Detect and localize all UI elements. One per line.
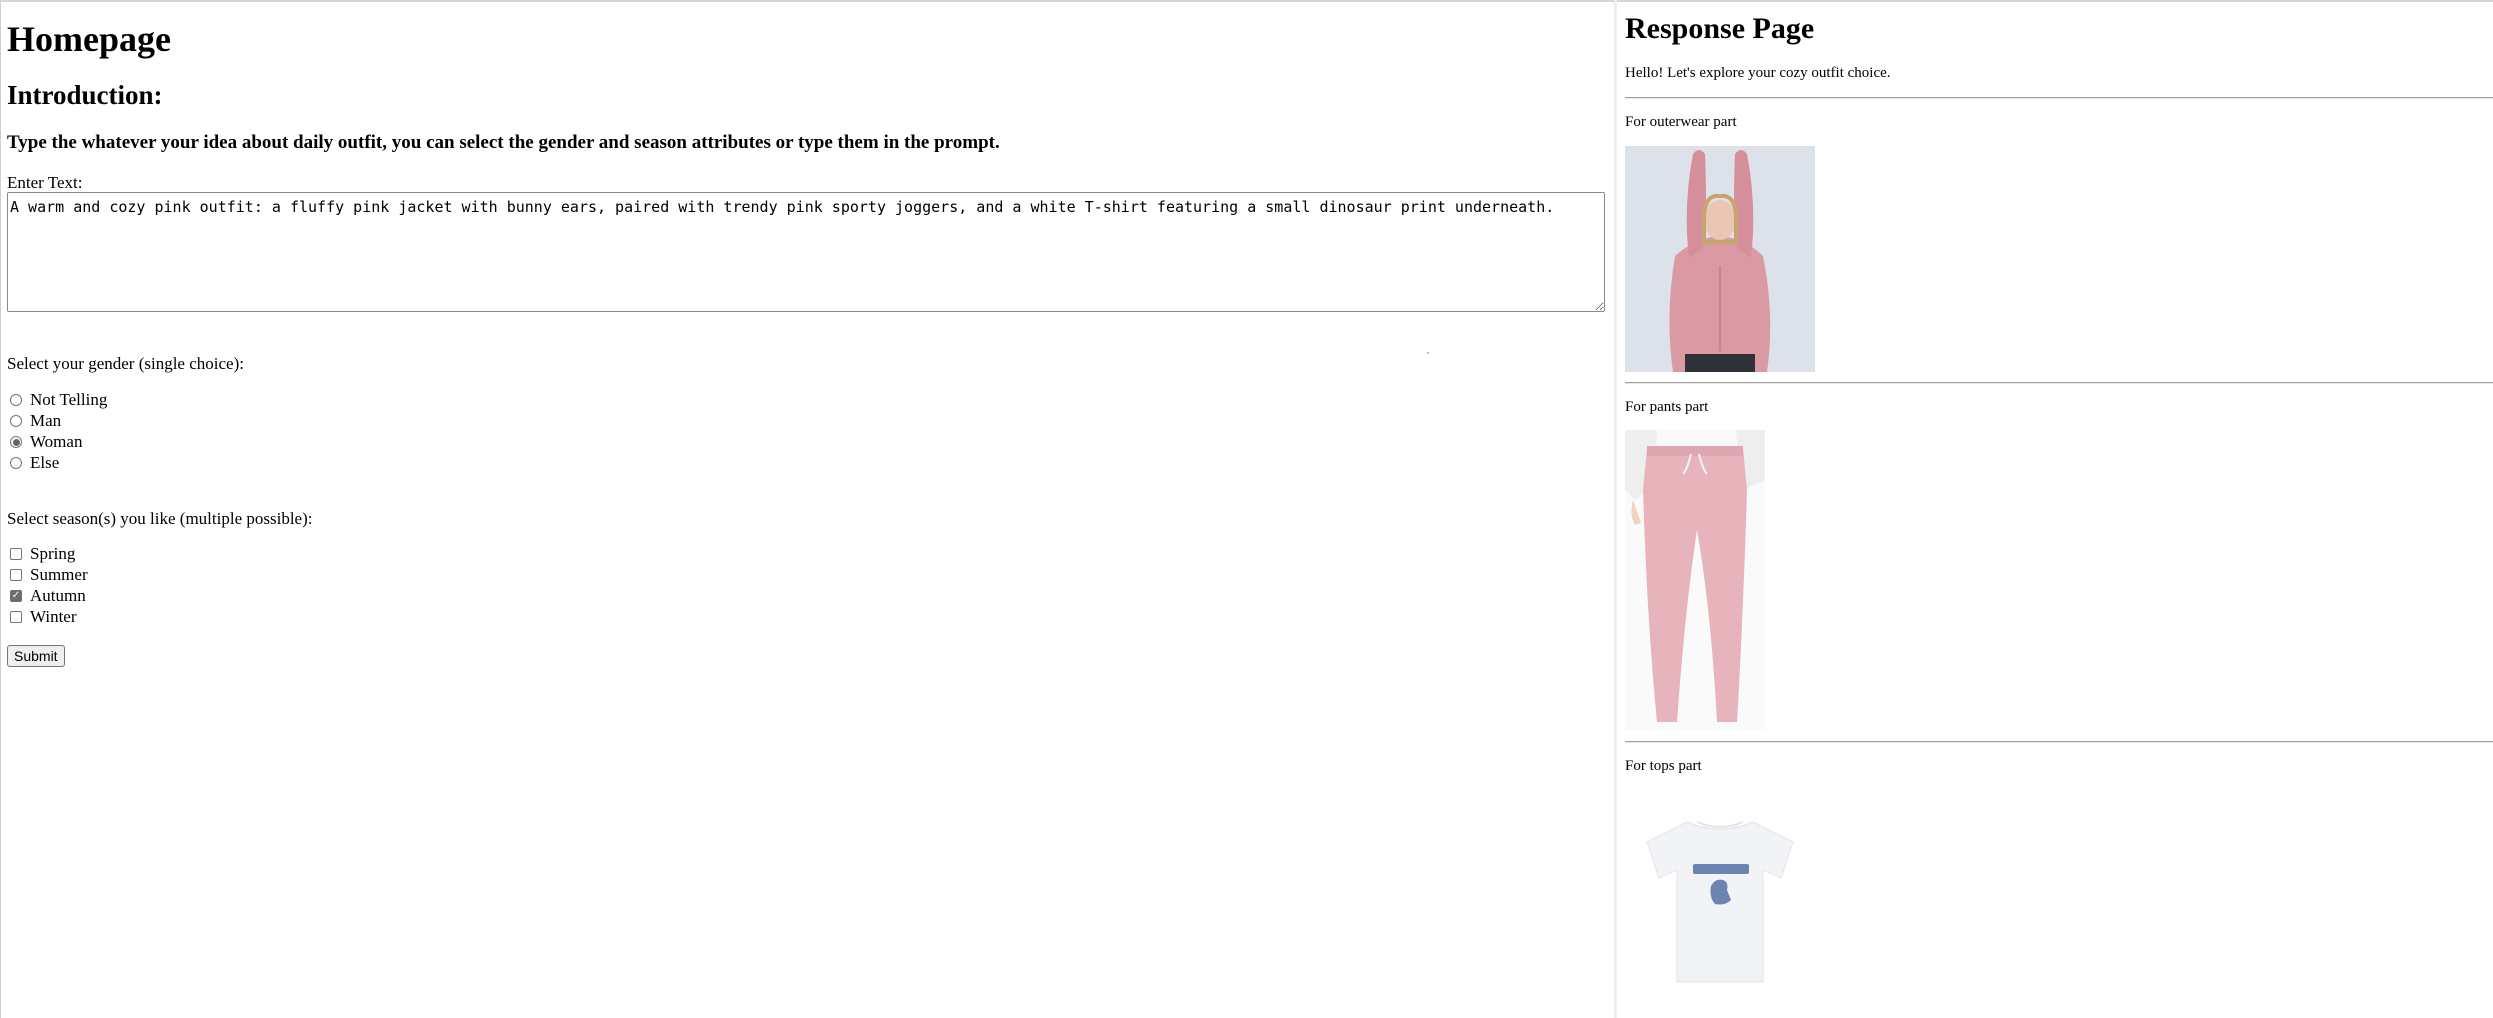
gender-option-not-telling[interactable]: Not Telling [10, 390, 107, 410]
gender-question: Select your gender (single choice): [7, 354, 244, 373]
season-question: Select season(s) you like (multiple poss… [7, 509, 313, 528]
season-option-label: Autumn [30, 586, 86, 605]
checkbox-autumn[interactable]: ✓ [10, 590, 22, 602]
outerwear-image [1625, 146, 1815, 372]
submit-button[interactable]: Submit [7, 645, 65, 667]
instruction-text: Type the whatever your idea about daily … [7, 132, 1000, 153]
checkbox-spring[interactable] [10, 548, 22, 560]
section-divider [1625, 741, 2493, 743]
prompt-textarea[interactable]: A warm and cozy pink outfit: a fluffy pi… [7, 192, 1605, 312]
gender-option-else[interactable]: Else [10, 453, 59, 473]
season-option-spring[interactable]: Spring [10, 544, 75, 564]
checkbox-summer[interactable] [10, 569, 22, 581]
page-title: Homepage [7, 19, 171, 59]
homepage-panel: Homepage Introduction: Type the whatever… [0, 0, 1614, 1018]
season-option-winter[interactable]: Winter [10, 607, 77, 627]
stray-dot [1427, 352, 1429, 354]
response-title: Response Page [1625, 12, 1815, 45]
enter-text-label: Enter Text: [7, 173, 83, 192]
radio-man[interactable] [10, 415, 22, 427]
radio-else[interactable] [10, 457, 22, 469]
response-panel: Response Page Hello! Let's explore your … [1617, 0, 2493, 1018]
greeting-text: Hello! Let's explore your cozy outfit ch… [1625, 65, 1891, 81]
radio-woman[interactable] [10, 436, 22, 448]
season-option-summer[interactable]: Summer [10, 565, 88, 585]
season-option-label: Winter [30, 607, 77, 626]
pants-image [1625, 430, 1765, 730]
radio-not-telling[interactable] [10, 394, 22, 406]
gender-option-label: Else [30, 453, 60, 472]
season-option-autumn[interactable]: ✓ Autumn [10, 586, 86, 606]
introduction-heading: Introduction: [7, 80, 163, 110]
gender-option-label: Man [30, 411, 62, 430]
section-divider [1625, 382, 2493, 384]
gender-option-label: Not Telling [30, 390, 108, 409]
tops-label: For tops part [1625, 758, 1702, 774]
checkbox-winter[interactable] [10, 611, 22, 623]
pants-label: For pants part [1625, 399, 1709, 415]
gender-option-man[interactable]: Man [10, 411, 61, 431]
tops-image [1625, 790, 1815, 990]
section-divider [1625, 97, 2493, 99]
season-option-label: Spring [30, 544, 76, 563]
gender-option-woman[interactable]: Woman [10, 432, 82, 452]
gender-option-label: Woman [30, 432, 83, 451]
outerwear-label: For outerwear part [1625, 114, 1737, 130]
season-option-label: Summer [30, 565, 88, 584]
